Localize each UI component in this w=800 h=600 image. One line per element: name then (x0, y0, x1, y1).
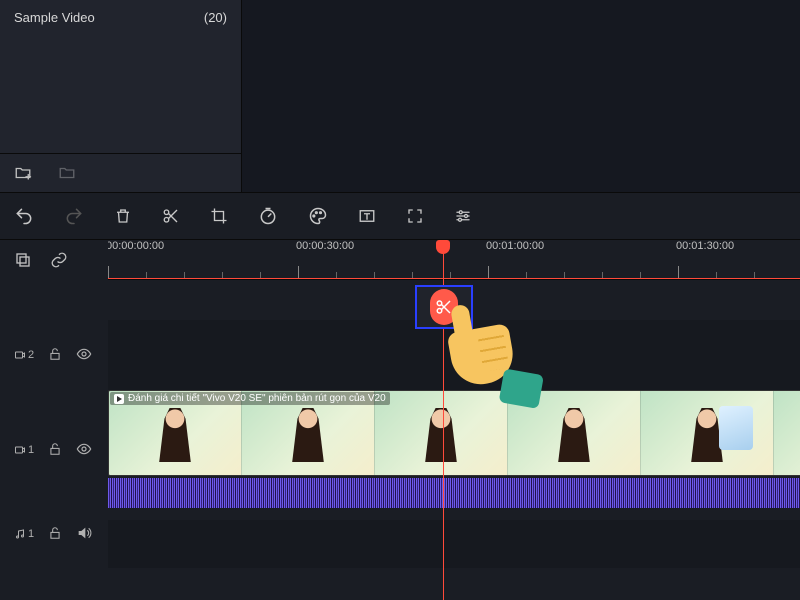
link-icon[interactable] (50, 251, 68, 269)
track-label-v2: 2 (14, 349, 34, 361)
tutorial-hand-cursor (447, 323, 518, 389)
color-icon[interactable] (308, 206, 328, 226)
ruler-time-2: 00:01:00:00 (486, 240, 544, 252)
undo-icon[interactable] (14, 206, 34, 226)
redo-icon[interactable] (64, 206, 84, 226)
visibility-icon[interactable] (76, 346, 92, 365)
lock-icon[interactable] (48, 442, 62, 459)
timeline-toolbar (0, 192, 800, 240)
new-folder-icon[interactable] (14, 164, 32, 182)
media-folder-sample-video[interactable]: Sample Video (20) (0, 0, 241, 35)
clip-title: Đánh giá chi tiết "Vivo V20 SE" phiên bả… (110, 392, 390, 405)
expand-icon[interactable] (406, 207, 424, 225)
clip-waveform (108, 478, 800, 508)
crop-icon[interactable] (210, 207, 228, 225)
scissors-icon[interactable] (162, 207, 180, 225)
visibility-icon[interactable] (76, 441, 92, 460)
track-lane-a1[interactable] (108, 520, 800, 568)
track-head-v2[interactable]: 2 (0, 320, 108, 390)
ruler-time-3: 00:01:30:00 (676, 240, 734, 252)
folder-icon[interactable] (58, 164, 76, 182)
copy-icon[interactable] (14, 251, 32, 269)
speed-icon[interactable] (258, 206, 278, 226)
preview-panel (242, 0, 800, 192)
track-label-v1: 1 (14, 444, 34, 456)
track-head-v1[interactable]: 1 (0, 390, 108, 510)
ruler-time-0: 00:00:00:00 (108, 240, 164, 252)
lock-icon[interactable] (48, 347, 62, 364)
lock-icon[interactable] (48, 526, 62, 543)
media-library-panel: Sample Video (20) (0, 0, 242, 192)
settings-sliders-icon[interactable] (454, 207, 472, 225)
timeline-ruler[interactable]: 00:00:00:00 00:00:30:00 00:01:00:00 00:0… (108, 240, 800, 280)
track-label-a1: 1 (14, 528, 34, 540)
delete-icon[interactable] (114, 207, 132, 225)
video-clip[interactable]: Đánh giá chi tiết "Vivo V20 SE" phiên bả… (108, 390, 800, 510)
track-head-a1[interactable]: 1 (0, 510, 108, 558)
media-folder-label: Sample Video (14, 10, 95, 25)
ruler-time-1: 00:00:30:00 (296, 240, 354, 252)
mute-icon[interactable] (76, 525, 92, 544)
text-icon[interactable] (358, 207, 376, 225)
media-folder-count: (20) (204, 10, 227, 25)
playhead[interactable] (443, 240, 444, 600)
